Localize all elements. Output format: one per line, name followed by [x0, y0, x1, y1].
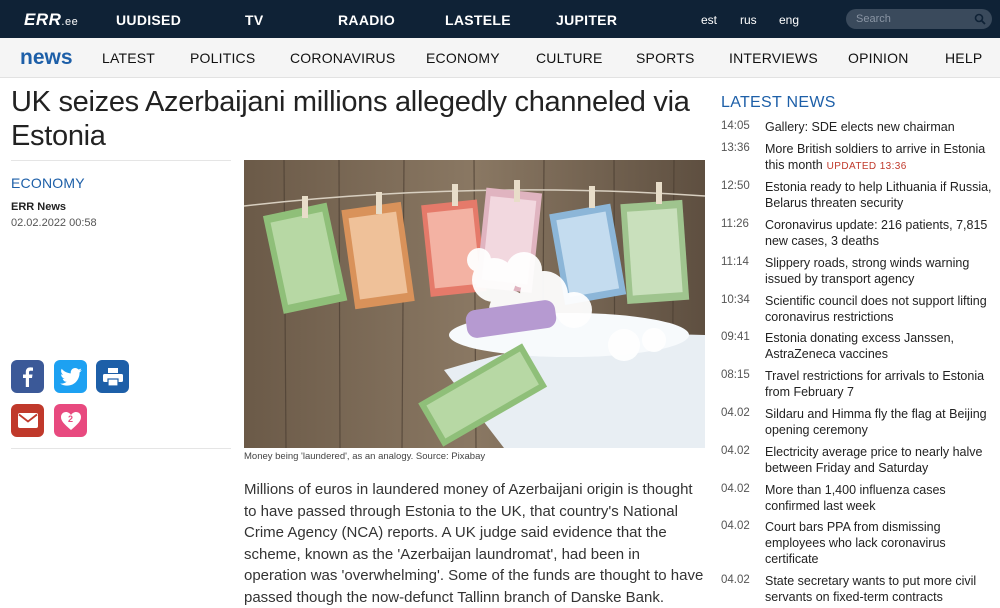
news-title[interactable]: More British soldiers to arrive in Eston… — [765, 141, 995, 175]
news-time: 13:36 — [721, 142, 750, 154]
news-time: 08:15 — [721, 369, 750, 381]
search-input[interactable] — [856, 12, 966, 26]
news-time: 04.02 — [721, 520, 750, 532]
photo-caption: Money being 'laundered', as an analogy. … — [244, 451, 486, 462]
email-share-button[interactable] — [11, 404, 44, 437]
latest-news-heading: LATEST NEWS — [721, 94, 836, 111]
nav-help[interactable]: HELP — [945, 50, 982, 66]
section-nav: news LATEST POLITICS CORONAVIRUS ECONOMY… — [0, 38, 1000, 78]
search-icon[interactable] — [974, 13, 986, 25]
news-title[interactable]: Estonia ready to help Lithuania if Russi… — [765, 179, 995, 211]
topnav-lastele[interactable]: LASTELE — [445, 12, 511, 28]
news-time: 09:41 — [721, 331, 750, 343]
lang-est[interactable]: est — [701, 13, 717, 27]
share-divider — [11, 448, 231, 449]
facebook-share-button[interactable] — [11, 360, 44, 393]
article-photo[interactable] — [244, 160, 705, 448]
news-title[interactable]: Scientific council does not support lift… — [765, 293, 995, 325]
print-icon — [102, 367, 123, 386]
nav-interviews[interactable]: INTERVIEWS — [729, 50, 818, 66]
news-title[interactable]: State secretary wants to put more civil … — [765, 573, 995, 605]
news-title[interactable]: Slippery roads, strong winds warning iss… — [765, 255, 995, 287]
nav-culture[interactable]: CULTURE — [536, 50, 602, 66]
lang-rus[interactable]: rus — [740, 13, 757, 27]
news-time: 11:26 — [721, 218, 749, 230]
news-title[interactable]: Gallery: SDE elects new chairman — [765, 119, 995, 135]
topnav-uudised[interactable]: UUDISED — [116, 12, 181, 28]
news-title[interactable]: Travel restrictions for arrivals to Esto… — [765, 368, 995, 400]
article-date: 02.02.2022 00:58 — [11, 217, 97, 229]
news-time: 04.02 — [721, 574, 750, 586]
nav-economy[interactable]: ECONOMY — [426, 50, 500, 66]
news-title[interactable]: Court bars PPA from dismissing employees… — [765, 519, 995, 567]
twitter-icon — [59, 367, 82, 386]
nav-opinion[interactable]: OPINION — [848, 50, 909, 66]
topnav-tv[interactable]: TV — [245, 12, 264, 28]
article-author: ERR News — [11, 201, 67, 213]
err-logo[interactable]: ERR.ee — [24, 10, 78, 30]
nav-coronavirus[interactable]: CORONAVIRUS — [290, 50, 395, 66]
topnav-jupiter[interactable]: JUPITER — [556, 12, 617, 28]
nav-politics[interactable]: POLITICS — [190, 50, 255, 66]
like-count: 2 — [67, 414, 73, 424]
updated-badge: UPDATED 13:36 — [826, 161, 907, 172]
news-time: 04.02 — [721, 483, 750, 495]
news-title[interactable]: Electricity average price to nearly halv… — [765, 444, 995, 476]
search-box — [846, 9, 992, 29]
like-button[interactable]: 2 — [54, 404, 87, 437]
news-time: 12:50 — [721, 180, 750, 192]
news-time: 14:05 — [721, 120, 750, 132]
nav-latest[interactable]: LATEST — [102, 50, 155, 66]
article-meta: ECONOMY ERR News 02.02.2022 00:58 — [11, 160, 231, 229]
news-title[interactable]: More than 1,400 influenza cases confirme… — [765, 482, 995, 514]
article-title: UK seizes Azerbaijani millions allegedly… — [11, 86, 690, 152]
news-title[interactable]: Estonia donating excess Janssen, AstraZe… — [765, 330, 995, 362]
nav-sports[interactable]: SPORTS — [636, 50, 695, 66]
news-brand[interactable]: news — [20, 46, 73, 70]
news-title[interactable]: Coronavirus update: 216 patients, 7,815 … — [765, 217, 995, 249]
news-time: 11:14 — [721, 256, 749, 268]
article-body: Millions of euros in laundered money of … — [244, 481, 704, 606]
news-title[interactable]: Sildaru and Himma fly the flag at Beijin… — [765, 406, 995, 438]
topnav-raadio[interactable]: RAADIO — [338, 12, 395, 28]
news-time: 10:34 — [721, 294, 750, 306]
lang-eng[interactable]: eng — [779, 13, 799, 27]
facebook-icon — [22, 366, 33, 387]
envelope-icon — [17, 413, 38, 428]
news-time: 04.02 — [721, 407, 750, 419]
twitter-share-button[interactable] — [54, 360, 87, 393]
article-category[interactable]: ECONOMY — [11, 175, 85, 191]
top-bar: ERR.ee UUDISED TV RAADIO LASTELE JUPITER… — [0, 0, 1000, 38]
print-button[interactable] — [96, 360, 129, 393]
laundered-money-image — [244, 160, 705, 448]
news-time: 04.02 — [721, 445, 750, 457]
